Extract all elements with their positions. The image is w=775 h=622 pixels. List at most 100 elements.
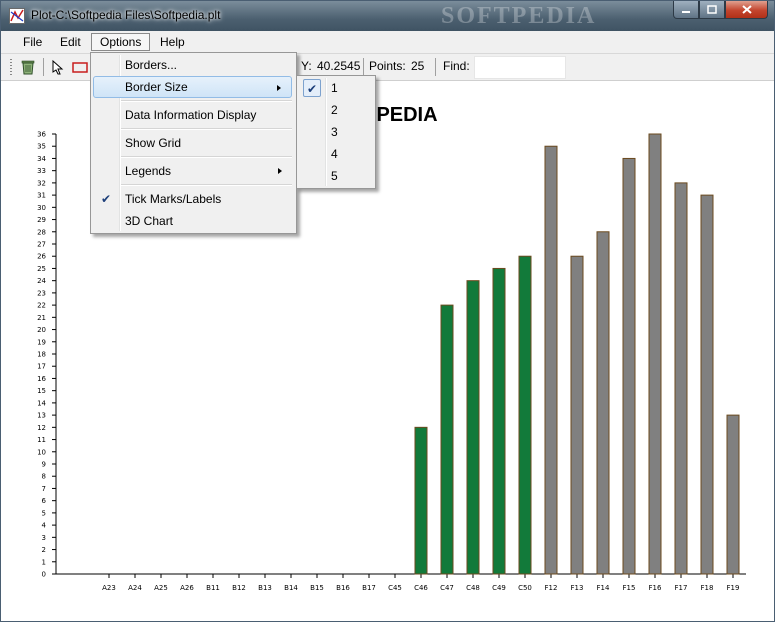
x-tick-label: B14 bbox=[284, 584, 298, 592]
menu-item-label: 3 bbox=[331, 125, 338, 139]
x-tick-label: F17 bbox=[675, 584, 688, 592]
border-size-submenu: ✔ 1 2 3 4 5 bbox=[296, 75, 376, 189]
maximize-button[interactable] bbox=[699, 1, 725, 19]
bar-f12 bbox=[544, 145, 558, 575]
x-tick-label: B12 bbox=[232, 584, 246, 592]
y-tick-label: 23 bbox=[37, 289, 46, 297]
menu-separator bbox=[121, 128, 292, 130]
pointer-tool-icon[interactable] bbox=[49, 58, 67, 76]
y-tick-label: 10 bbox=[37, 448, 46, 456]
x-tick-label: F16 bbox=[649, 584, 662, 592]
bar-f13 bbox=[570, 255, 584, 575]
menu-item-borders[interactable]: Borders... bbox=[93, 54, 292, 76]
menu-separator bbox=[121, 100, 292, 102]
y-tick-label: 20 bbox=[37, 326, 46, 334]
menu-item-border-size[interactable]: Border Size bbox=[93, 76, 292, 98]
y-tick-label: 27 bbox=[37, 241, 46, 249]
y-label: Y: bbox=[301, 59, 312, 73]
bar-f18 bbox=[700, 194, 714, 575]
border-size-option-2[interactable]: 2 bbox=[299, 99, 371, 121]
window-controls bbox=[673, 1, 768, 21]
x-tick-label: A25 bbox=[154, 584, 168, 592]
y-tick-label: 5 bbox=[42, 509, 46, 517]
bar-c48 bbox=[466, 280, 480, 575]
menu-item-legends[interactable]: Legends bbox=[93, 160, 292, 182]
toolbar-grip[interactable] bbox=[10, 59, 12, 75]
y-tick-label: 13 bbox=[37, 412, 46, 420]
bar-c50 bbox=[518, 255, 532, 575]
x-tick-label: C47 bbox=[440, 584, 454, 592]
menu-item-tick-marks-labels[interactable]: ✔ Tick Marks/Labels bbox=[93, 188, 292, 210]
toolbar-separator bbox=[363, 58, 364, 76]
menu-separator bbox=[121, 184, 292, 186]
x-tick-label: A26 bbox=[180, 584, 194, 592]
border-size-option-4[interactable]: 4 bbox=[299, 143, 371, 165]
x-tick-label: C46 bbox=[414, 584, 428, 592]
bar-c49 bbox=[492, 267, 506, 575]
menu-item-label: Tick Marks/Labels bbox=[125, 192, 222, 206]
x-tick-label: A23 bbox=[102, 584, 116, 592]
y-tick-label: 4 bbox=[42, 522, 47, 530]
minimize-icon bbox=[682, 10, 690, 13]
chart-title: PEDIA bbox=[376, 104, 437, 126]
y-tick-label: 30 bbox=[37, 204, 46, 212]
border-size-option-1[interactable]: ✔ 1 bbox=[299, 77, 371, 99]
bar-f17 bbox=[674, 182, 688, 575]
y-tick-label: 32 bbox=[37, 179, 46, 187]
x-tick-label: B13 bbox=[258, 584, 272, 592]
title-bar[interactable]: Plot-C:\Softpedia Files\Softpedia.plt SO… bbox=[1, 1, 774, 31]
plot-app-icon bbox=[9, 8, 25, 24]
menu-item-label: Legends bbox=[125, 164, 172, 178]
menu-item-3d-chart[interactable]: 3D Chart bbox=[93, 210, 292, 232]
y-tick-label: 7 bbox=[42, 485, 46, 493]
window-title: Plot-C:\Softpedia Files\Softpedia.plt bbox=[31, 8, 221, 22]
y-tick-label: 9 bbox=[42, 461, 46, 469]
find-label: Find: bbox=[443, 59, 470, 73]
menu-help[interactable]: Help bbox=[152, 33, 193, 51]
menu-separator bbox=[121, 156, 292, 158]
close-button[interactable] bbox=[725, 1, 768, 19]
x-tick-label: C45 bbox=[388, 584, 402, 592]
x-tick-label: F12 bbox=[545, 584, 558, 592]
options-dropdown: Borders... Border Size Data Information … bbox=[90, 52, 297, 234]
minimize-button[interactable] bbox=[673, 1, 699, 19]
x-tick-label: F13 bbox=[571, 584, 584, 592]
find-input[interactable] bbox=[474, 56, 566, 79]
menu-item-label: Borders... bbox=[125, 58, 178, 72]
y-tick-label: 33 bbox=[37, 167, 46, 175]
x-tick-label: A24 bbox=[128, 584, 142, 592]
y-tick-label: 15 bbox=[37, 387, 46, 395]
menu-item-show-grid[interactable]: Show Grid bbox=[93, 132, 292, 154]
menu-item-data-information-display[interactable]: Data Information Display bbox=[93, 104, 292, 126]
border-size-option-5[interactable]: 5 bbox=[299, 165, 371, 187]
x-tick-label: F19 bbox=[727, 584, 740, 592]
y-tick-label: 34 bbox=[37, 155, 46, 163]
y-tick-label: 16 bbox=[37, 375, 46, 383]
y-tick-label: 25 bbox=[37, 265, 46, 273]
checkmark-icon: ✔ bbox=[100, 192, 112, 206]
y-tick-label: 8 bbox=[42, 473, 46, 481]
border-size-option-3[interactable]: 3 bbox=[299, 121, 371, 143]
bar-f15 bbox=[622, 157, 636, 575]
menu-file[interactable]: File bbox=[15, 33, 50, 51]
x-tick-label: B11 bbox=[206, 584, 220, 592]
x-tick-label: F14 bbox=[597, 584, 610, 592]
y-tick-label: 11 bbox=[37, 436, 46, 444]
bar-c46 bbox=[414, 426, 428, 575]
menu-item-label: Show Grid bbox=[125, 136, 182, 150]
rectangle-tool-icon[interactable] bbox=[71, 58, 89, 76]
menu-item-label: 5 bbox=[331, 169, 338, 183]
clear-plot-icon[interactable] bbox=[19, 58, 37, 76]
maximize-icon bbox=[707, 5, 717, 14]
y-tick-label: 0 bbox=[42, 571, 46, 579]
x-tick-label: B16 bbox=[336, 584, 350, 592]
menu-bar: File Edit Options Help bbox=[1, 31, 774, 54]
y-tick-label: 36 bbox=[37, 131, 46, 139]
menu-edit[interactable]: Edit bbox=[52, 33, 89, 51]
menu-item-label: Data Information Display bbox=[125, 108, 257, 122]
menu-item-label: 4 bbox=[331, 147, 338, 161]
bar-f19 bbox=[726, 414, 740, 575]
y-tick-label: 19 bbox=[37, 338, 46, 346]
x-tick-label: B17 bbox=[362, 584, 376, 592]
menu-options[interactable]: Options bbox=[91, 33, 151, 51]
